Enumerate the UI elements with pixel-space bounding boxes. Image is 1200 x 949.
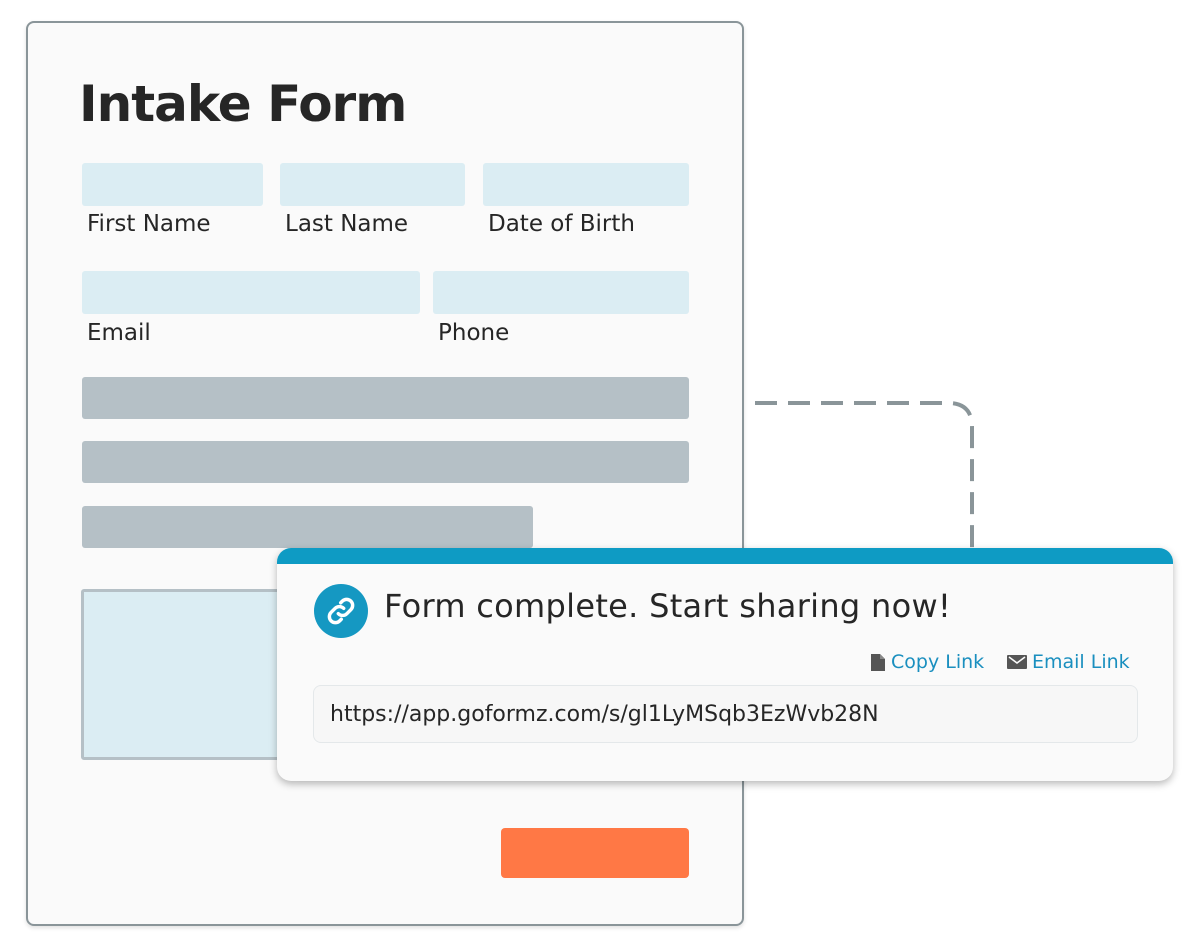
phone-label: Phone (438, 320, 510, 346)
phone-input[interactable] (433, 271, 689, 314)
share-url-input[interactable] (313, 685, 1138, 743)
last-name-label: Last Name (285, 211, 409, 237)
envelope-icon (1007, 655, 1027, 669)
form-title: Intake Form (79, 75, 407, 133)
email-link-button[interactable]: Email Link (1007, 651, 1130, 673)
popup-title: Form complete. Start sharing now! (384, 587, 952, 625)
first-name-label: First Name (87, 211, 211, 237)
copy-link-button[interactable]: Copy Link (870, 651, 984, 673)
placeholder-bar (82, 377, 689, 419)
share-popup: Form complete. Start sharing now! Copy L… (277, 548, 1173, 781)
last-name-input[interactable] (280, 163, 465, 206)
date-of-birth-input[interactable] (483, 163, 689, 206)
email-link-label: Email Link (1032, 651, 1130, 673)
copy-link-label: Copy Link (891, 651, 985, 673)
document-icon (870, 653, 886, 672)
link-icon (314, 584, 368, 638)
placeholder-bar (82, 506, 533, 548)
email-input[interactable] (82, 271, 420, 314)
placeholder-bar (82, 441, 689, 483)
submit-button[interactable] (501, 828, 689, 878)
email-label: Email (87, 320, 151, 346)
first-name-input[interactable] (82, 163, 263, 206)
popup-header-bar (277, 548, 1173, 564)
date-of-birth-label: Date of Birth (488, 211, 635, 237)
